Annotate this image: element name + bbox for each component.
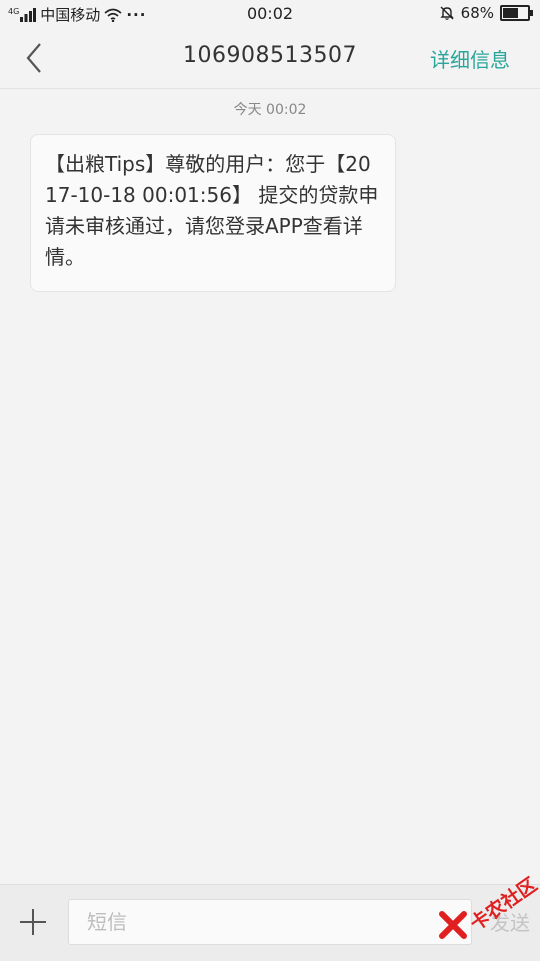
status-right: 68%	[439, 4, 533, 22]
battery-icon	[500, 5, 533, 21]
battery-tip	[530, 10, 533, 16]
battery-fill	[503, 8, 518, 18]
send-button[interactable]: 发送	[490, 907, 530, 936]
add-attachment-button[interactable]	[16, 905, 50, 939]
status-bar: 4G 中国移动 ··· 00:02 68%	[0, 0, 540, 28]
message-list[interactable]: 今天 00:02 【出粮Tips】尊敬的用户：您于【2017-10-18 00:…	[0, 89, 540, 884]
compose-bar: 发送	[0, 884, 540, 961]
date-stamp: 今天 00:02	[233, 102, 307, 118]
message-bubble[interactable]: 【出粮Tips】尊敬的用户：您于【2017-10-18 00:01:56】 提交…	[30, 134, 396, 292]
plus-icon	[20, 909, 46, 935]
details-button[interactable]: 详细信息	[430, 44, 510, 73]
mute-bell-icon	[439, 5, 455, 21]
message-text: 【出粮Tips】尊敬的用户：您于【2017-10-18 00:01:56】 提交…	[45, 152, 379, 269]
battery-percent: 68%	[460, 4, 494, 22]
sms-input[interactable]	[68, 899, 472, 945]
conversation-header: 106908513507 详细信息	[0, 28, 540, 89]
